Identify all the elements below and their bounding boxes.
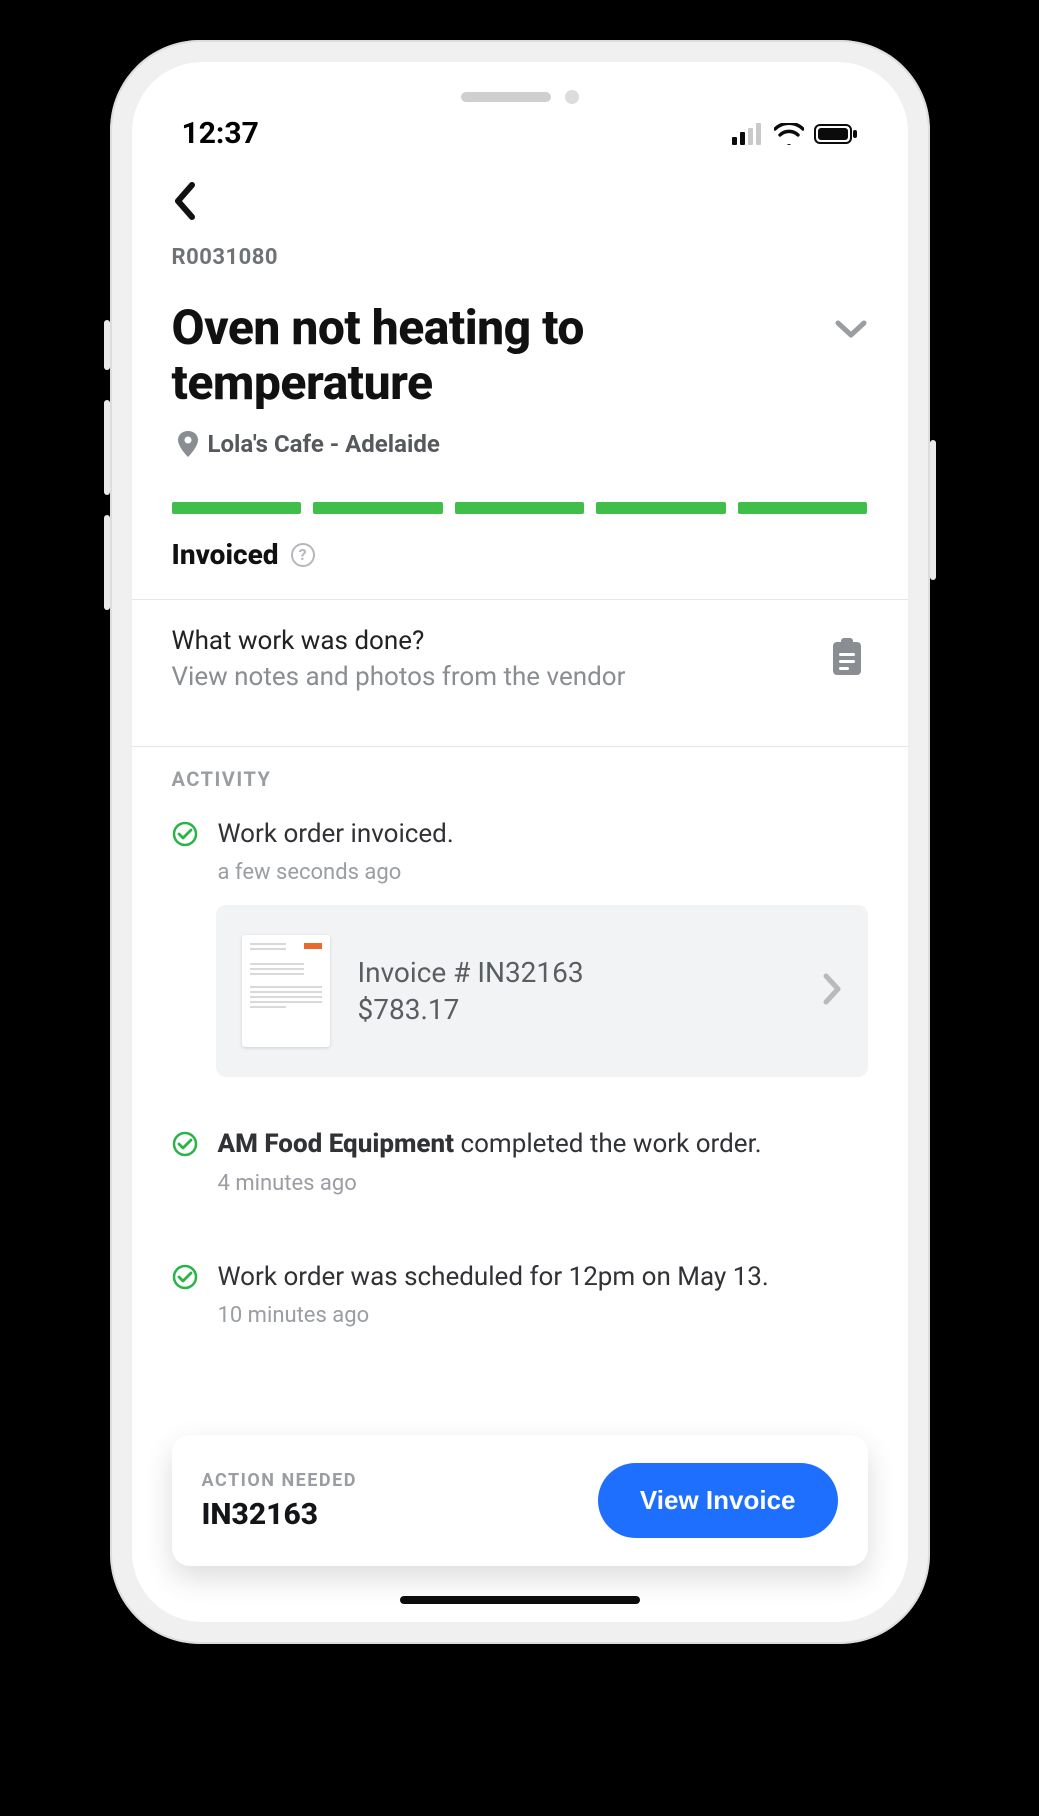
status-bar: 12:37 [132, 104, 908, 159]
help-icon[interactable]: ? [291, 543, 315, 567]
action-value: IN32163 [202, 1497, 357, 1532]
location-text: Lola's Cafe - Adelaide [208, 430, 440, 458]
action-label: ACTION NEEDED [202, 1470, 357, 1491]
check-circle-icon [172, 821, 198, 847]
wifi-icon [774, 123, 804, 145]
activity-item: Work order invoiced. a few seconds ago [172, 817, 868, 885]
phone-frame: 12:37 [110, 40, 930, 1644]
progress-segment [455, 502, 585, 514]
divider [132, 746, 908, 747]
activity-time: 10 minutes ago [218, 1303, 769, 1328]
progress-segment [172, 502, 302, 514]
status-time: 12:37 [182, 116, 259, 151]
activity-text: Work order invoiced. [218, 817, 454, 852]
expand-title-button[interactable] [834, 300, 868, 344]
check-circle-icon [172, 1264, 198, 1290]
activity-item: Work order was scheduled for 12pm on May… [172, 1260, 868, 1328]
work-summary-subtitle: View notes and photos from the vendor [172, 662, 626, 692]
activity-text: Work order was scheduled for 12pm on May… [218, 1260, 769, 1295]
order-id: R0031080 [172, 245, 868, 270]
activity-text: AM Food Equipment completed the work ord… [218, 1127, 762, 1162]
activity-item: AM Food Equipment completed the work ord… [172, 1127, 868, 1195]
clipboard-icon [830, 637, 864, 677]
work-order-title: Oven not heating to temperature [172, 300, 814, 410]
activity-time: a few seconds ago [218, 860, 454, 885]
location-row: Lola's Cafe - Adelaide [172, 430, 868, 458]
action-needed-card: ACTION NEEDED IN32163 View Invoice [172, 1435, 868, 1566]
work-summary-row[interactable]: What work was done? View notes and photo… [172, 600, 868, 718]
phone-side-button [930, 440, 936, 580]
progress-segment [596, 502, 726, 514]
battery-icon [814, 123, 858, 145]
activity-time: 4 minutes ago [218, 1171, 762, 1196]
chevron-left-icon [172, 181, 198, 221]
invoice-thumbnail-icon [242, 935, 330, 1047]
home-indicator[interactable] [400, 1596, 640, 1604]
progress-bar [172, 502, 868, 514]
invoice-card[interactable]: Invoice # IN32163 $783.17 [216, 905, 868, 1077]
cellular-icon [732, 123, 764, 145]
work-summary-title: What work was done? [172, 626, 626, 656]
progress-segment [738, 502, 868, 514]
phone-notch [132, 62, 908, 104]
phone-side-button [104, 400, 110, 495]
front-camera [565, 90, 579, 104]
status-indicators [732, 123, 858, 145]
view-invoice-button[interactable]: View Invoice [598, 1463, 838, 1538]
check-circle-icon [172, 1131, 198, 1157]
progress-segment [313, 502, 443, 514]
speaker-slot [461, 92, 551, 102]
phone-screen: 12:37 [132, 62, 908, 1622]
phone-side-button [104, 515, 110, 610]
chevron-down-icon [834, 318, 868, 340]
pin-icon [178, 431, 198, 457]
activity-section-label: ACTIVITY [172, 767, 868, 791]
invoice-amount: $783.17 [358, 991, 794, 1029]
chevron-right-icon [822, 972, 842, 1006]
status-label: Invoiced [172, 538, 279, 571]
back-button[interactable] [172, 159, 868, 245]
invoice-number: Invoice # IN32163 [358, 954, 794, 992]
phone-side-button [104, 320, 110, 370]
